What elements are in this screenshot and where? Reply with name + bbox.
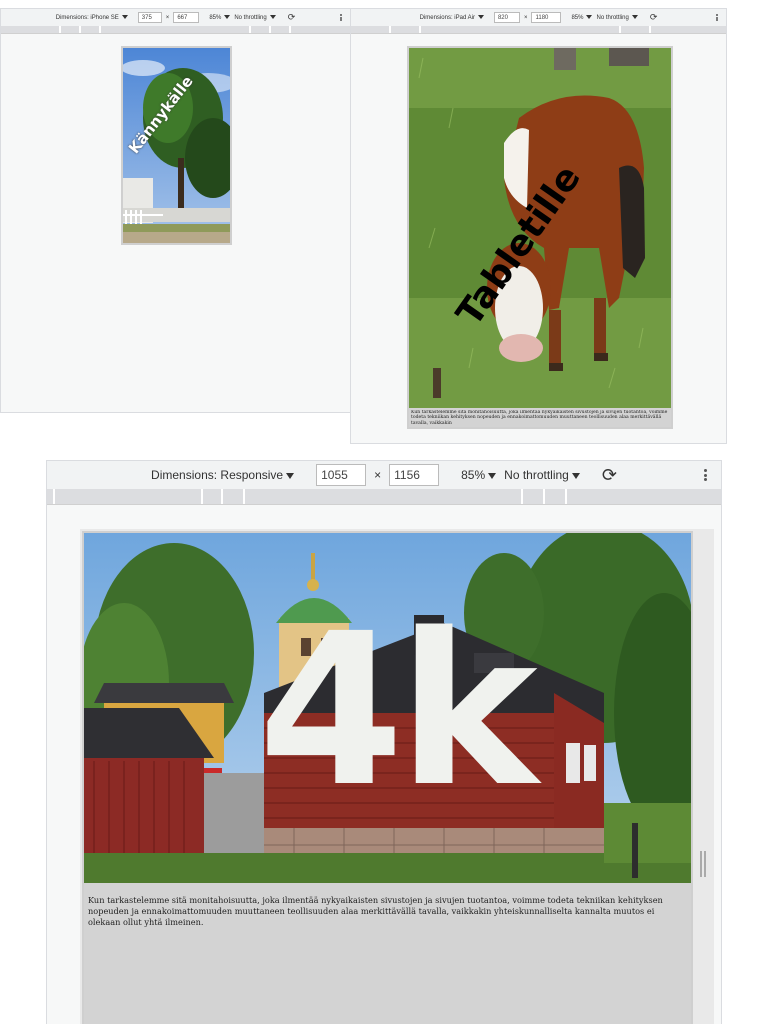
resize-handle[interactable] [700,851,706,877]
width-input[interactable]: 375 [137,12,162,23]
devtools-tablet-panel: Dimensions: iPad Air 820 × 1180 85% No t… [350,8,727,444]
responsive-viewport: 4k Kun tarkastelemme sitä monitahoisuutt… [80,529,714,1024]
chevron-down-icon [631,14,638,19]
media-query-bar[interactable] [351,26,726,34]
zoom-label: 85% [461,468,486,482]
more-vert-icon[interactable] [340,14,342,21]
width-input[interactable]: 820 [493,12,520,23]
height-input[interactable]: 1180 [531,12,562,23]
chevron-down-icon [269,14,276,19]
dimensions-dropdown[interactable]: Dimensions: Responsive [151,468,295,482]
more-vert-icon[interactable] [704,469,707,481]
desktop-page: 4k Kun tarkastelemme sitä monitahoisuutt… [82,531,693,1024]
chevron-down-icon [224,14,231,19]
devtools-responsive-panel: Dimensions: Responsive 1055 × 1156 85% N… [46,460,722,1024]
zoom-label: 85% [209,14,222,21]
throttle-label: No throttling [596,14,629,21]
rotate-icon[interactable]: ⟳ [602,465,617,486]
chevron-down-icon [477,14,484,19]
throttle-dropdown[interactable]: No throttling [596,14,638,21]
chevron-down-icon [286,472,295,479]
tablet-viewport: Tabletille Kun tarkastelemme sitä monita… [407,46,673,429]
chevron-down-icon [586,14,593,19]
height-input[interactable]: 1156 [389,464,440,486]
times-sign: × [523,14,528,21]
desktop-watermark: 4k [258,588,538,833]
dimensions-dropdown[interactable]: Dimensions: iPhone SE [56,15,128,21]
tablet-caption: Kun tarkastelemme sitä monitahoisuutta, … [411,410,668,426]
device-toolbar: Dimensions: Responsive 1055 × 1156 85% N… [47,461,721,489]
more-vert-icon[interactable] [716,14,718,21]
dimensions-label: Dimensions: iPad Air [419,14,475,21]
chevron-down-icon [121,14,128,19]
phone-viewport-image: Kännykälle [121,46,232,245]
throttle-label: No throttling [234,14,267,21]
zoom-dropdown[interactable]: 85% [571,14,593,21]
devtools-phone-panel: Dimensions: iPhone SE 375 × 667 85% No t… [0,8,350,413]
device-toolbar: Dimensions: iPad Air 820 × 1180 85% No t… [351,9,726,26]
times-sign: × [165,14,170,21]
desktop-caption: Kun tarkastelemme sitä monitahoisuutta, … [88,895,663,927]
dimensions-label: Dimensions: iPhone SE [55,14,119,21]
zoom-dropdown[interactable]: 85% [209,14,231,21]
media-query-bar[interactable] [47,489,721,505]
zoom-label: 85% [571,14,584,21]
device-toolbar: Dimensions: iPhone SE 375 × 667 85% No t… [1,9,350,26]
throttle-label: No throttling [504,468,569,482]
times-sign: × [374,468,382,482]
width-input[interactable]: 1055 [316,464,367,486]
rotate-icon[interactable]: ⟳ [288,12,296,23]
height-input[interactable]: 667 [173,12,200,23]
dimensions-dropdown[interactable]: Dimensions: iPad Air [420,15,484,21]
rotate-icon[interactable]: ⟳ [650,12,658,23]
dimensions-label: Dimensions: Responsive [151,468,284,482]
chevron-down-icon [488,472,497,479]
media-query-bar[interactable] [1,26,350,34]
throttle-dropdown[interactable]: No throttling [504,468,580,482]
zoom-dropdown[interactable]: 85% [461,468,497,482]
chevron-down-icon [571,472,580,479]
throttle-dropdown[interactable]: No throttling [234,14,276,21]
